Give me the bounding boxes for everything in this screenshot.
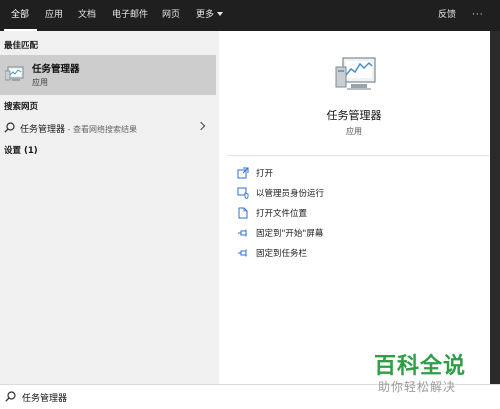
tab-apps[interactable]: 应用 xyxy=(45,0,63,31)
file-location-icon xyxy=(238,207,248,219)
tab-more[interactable]: 更多 xyxy=(196,0,224,31)
web-search-item[interactable]: 任务管理器 - 查看网络搜索结果 xyxy=(0,117,216,137)
more-options-button[interactable]: ··· xyxy=(472,0,484,31)
best-match-title: 任务管理器 xyxy=(32,64,80,75)
action-pin-to-taskbar-label: 固定到任务栏 xyxy=(256,249,308,259)
search-input[interactable]: 任务管理器 xyxy=(22,391,67,404)
chevron-right-icon[interactable] xyxy=(196,121,206,131)
pin-taskbar-icon xyxy=(238,249,247,257)
preview-app-title: 任务管理器 xyxy=(326,109,382,122)
pin-start-icon xyxy=(238,229,247,237)
web-search-heading: 搜索网页 xyxy=(4,102,39,112)
search-scope-bar: 全部 应用 文档 电子邮件 网页 更多 反馈 ··· xyxy=(0,0,500,31)
search-icon xyxy=(5,391,16,402)
preview-pane: 任务管理器 应用 打开 以管理员身份运行 打开文件位置 固定到"开始"屏幕 固定… xyxy=(219,31,500,384)
web-search-hint: - 查看网络搜索结果 xyxy=(65,125,137,134)
tab-web[interactable]: 网页 xyxy=(162,0,180,31)
watermark-slogan: 助你轻松解决 xyxy=(378,380,457,394)
settings-heading[interactable]: 设置 (1) xyxy=(4,144,38,156)
preview-app-subtitle: 应用 xyxy=(346,127,362,136)
tab-documents[interactable]: 文档 xyxy=(78,0,96,31)
best-match-heading: 最佳匹配 xyxy=(4,41,39,51)
open-icon xyxy=(237,167,249,179)
web-search-text: 任务管理器 - 查看网络搜索结果 xyxy=(20,122,137,135)
best-match-subtitle: 应用 xyxy=(32,78,48,87)
action-open-label: 打开 xyxy=(256,169,274,179)
task-manager-large-icon xyxy=(335,57,376,90)
task-manager-icon xyxy=(5,66,24,81)
tab-all[interactable]: 全部 xyxy=(11,0,29,31)
action-pin-to-start-label: 固定到"开始"屏幕 xyxy=(256,229,324,239)
divider xyxy=(227,155,489,156)
best-match-item[interactable]: 任务管理器 应用 xyxy=(0,55,216,95)
search-icon xyxy=(4,122,15,133)
results-pane: 最佳匹配 任务管理器 应用 搜索网页 任务管理器 - 查看网络搜索结果 设置 (… xyxy=(0,31,216,384)
feedback-button[interactable]: 反馈 xyxy=(438,0,456,31)
action-open-file-location-label: 打开文件位置 xyxy=(256,209,308,219)
tab-more-label: 更多 xyxy=(196,10,215,20)
web-search-query: 任务管理器 xyxy=(20,125,66,135)
tab-email[interactable]: 电子邮件 xyxy=(112,0,148,31)
watermark-logo: 百科全说 xyxy=(374,354,467,379)
window-edge xyxy=(490,31,500,384)
action-run-as-admin-label: 以管理员身份运行 xyxy=(256,189,325,199)
chevron-down-icon xyxy=(217,12,224,16)
run-as-admin-icon xyxy=(237,187,249,199)
